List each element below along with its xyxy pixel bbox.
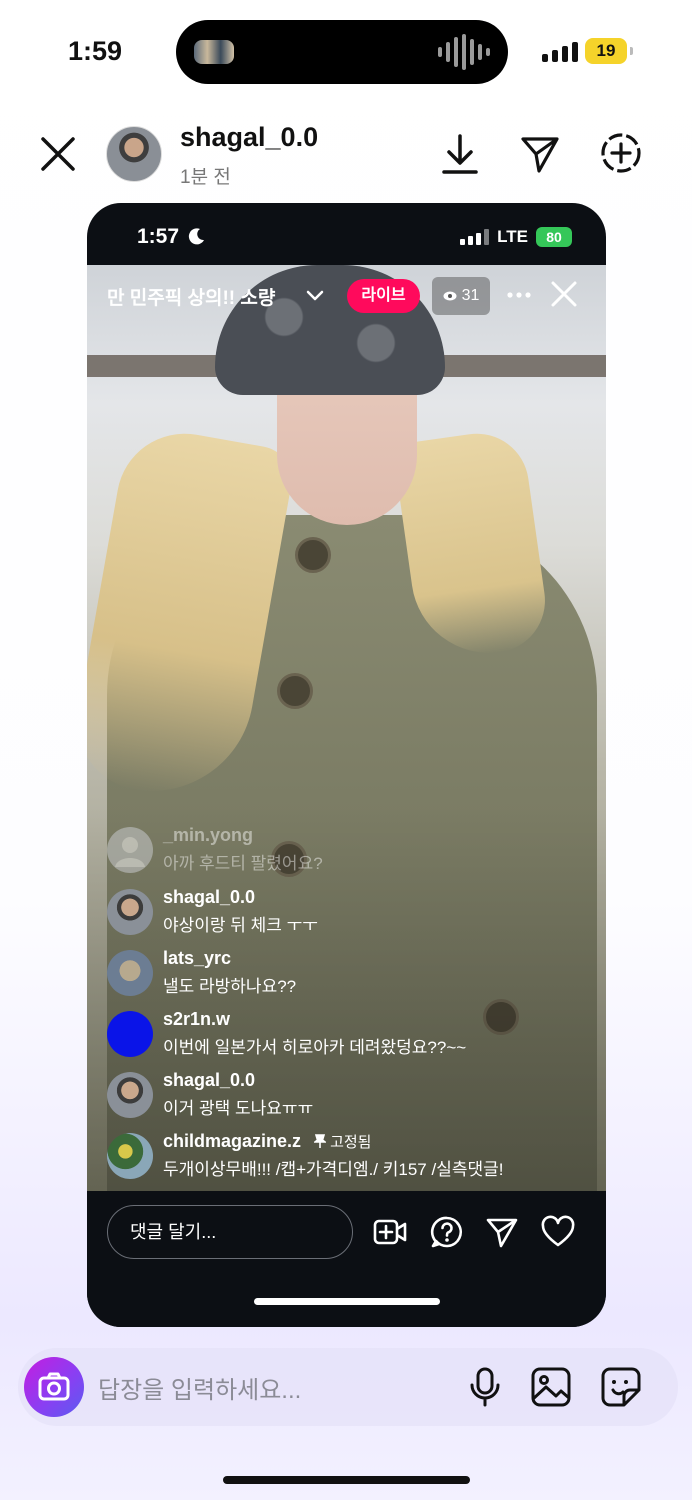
- download-button[interactable]: [438, 130, 482, 178]
- microphone-icon[interactable]: [464, 1366, 506, 1408]
- reply-bar: 답장을 입력하세요...: [18, 1348, 678, 1426]
- more-options-icon[interactable]: [505, 281, 533, 309]
- question-icon[interactable]: [430, 1215, 464, 1249]
- avatar[interactable]: [107, 1011, 153, 1057]
- live-title[interactable]: 만 민주픽 상의!! 소량: [107, 283, 275, 310]
- viewer-count[interactable]: 31: [432, 277, 490, 315]
- jacket-button: [277, 673, 313, 709]
- avatar[interactable]: [107, 1133, 153, 1179]
- comment-username[interactable]: s2r1n.w: [163, 1009, 230, 1030]
- camera-icon: [38, 1372, 70, 1401]
- inner-status-bar: 1:57 LTE 80: [87, 203, 606, 265]
- camera-button[interactable]: [24, 1357, 84, 1417]
- battery-indicator: 19: [585, 38, 633, 64]
- pin-icon: [312, 1134, 328, 1148]
- avatar[interactable]: [107, 889, 153, 935]
- live-badge: 라이브: [347, 279, 420, 313]
- close-icon: [41, 137, 75, 171]
- comment-text: 이번에 일본가서 히로아카 데려왔덩요??~~: [163, 1038, 467, 1057]
- live-controls: 댓글 달기...: [87, 1191, 606, 1327]
- comment-text: 야상이랑 뒤 체크 ㅜㅜ: [163, 916, 318, 935]
- sticker-icon[interactable]: [600, 1366, 642, 1408]
- audio-waveform-icon: [438, 34, 490, 70]
- gallery-icon[interactable]: [530, 1366, 572, 1408]
- comment-username-text[interactable]: childmagazine.z: [163, 1131, 301, 1151]
- comment-text: 낼도 라방하나요??: [163, 977, 297, 996]
- send-icon: [521, 137, 559, 173]
- inner-battery: 80: [536, 227, 572, 247]
- inner-time-text: 1:57: [137, 225, 180, 248]
- comment-input[interactable]: 댓글 달기...: [107, 1205, 353, 1259]
- dynamic-island[interactable]: [176, 20, 508, 84]
- chevron-down-icon[interactable]: [305, 285, 325, 305]
- list-item[interactable]: shagal_0.0 이거 광택 도나요ㅠㅠ: [107, 1070, 587, 1126]
- pin-label-text: 고정됨: [330, 1134, 372, 1151]
- status-time: 1:59: [68, 36, 123, 66]
- reply-input[interactable]: 답장을 입력하세요...: [98, 1370, 301, 1405]
- inner-home-indicator: [254, 1298, 440, 1305]
- now-playing-thumbnail: [194, 40, 234, 64]
- list-item[interactable]: lats_yrc 낼도 라방하나요??: [107, 948, 587, 1004]
- eye-icon: [443, 291, 457, 301]
- cellular-signal-icon: [542, 42, 578, 62]
- comment-text: 두개이상무배!!! /캡+가격디엠./ 키157 /실측댓글!: [163, 1160, 504, 1179]
- download-icon: [442, 134, 478, 174]
- list-item[interactable]: _min.yong 아까 후드티 팔렸어요?: [107, 825, 587, 881]
- story-content[interactable]: 1:57 LTE 80 만 민주픽 상의!! 소량 라이브 31 _min.yo…: [87, 203, 606, 1327]
- inner-status-right: LTE 80: [460, 227, 572, 247]
- default-avatar-icon: [107, 827, 153, 873]
- story-timestamp: 1분 전: [180, 167, 231, 188]
- add-circle-icon: [601, 133, 641, 173]
- pinned-comment[interactable]: childmagazine.z 고정됨 두개이상무배!!! /캡+가격디엠./ …: [107, 1131, 587, 1187]
- live-top-bar: 만 민주픽 상의!! 소량 라이브 31: [87, 265, 606, 325]
- send-icon[interactable]: [485, 1215, 519, 1249]
- comment-username[interactable]: lats_yrc: [163, 948, 231, 969]
- home-indicator[interactable]: [223, 1476, 470, 1484]
- viewer-count-value: 31: [461, 287, 480, 304]
- inner-signal-icon: [460, 229, 490, 245]
- close-icon[interactable]: [549, 279, 579, 309]
- avatar[interactable]: [107, 1072, 153, 1118]
- heart-icon[interactable]: [541, 1215, 575, 1249]
- comment-username[interactable]: _min.yong: [163, 825, 253, 846]
- share-button[interactable]: [518, 132, 562, 176]
- jacket-button: [295, 537, 331, 573]
- story-header: shagal_0.0 1분 전: [0, 118, 692, 198]
- avatar[interactable]: [106, 126, 162, 182]
- close-story-button[interactable]: [36, 132, 80, 176]
- comment-username[interactable]: shagal_0.0: [163, 887, 255, 908]
- list-item[interactable]: shagal_0.0 야상이랑 뒤 체크 ㅜㅜ: [107, 887, 587, 943]
- network-label: LTE: [497, 227, 528, 246]
- comment-username[interactable]: childmagazine.z 고정됨: [163, 1131, 371, 1152]
- add-to-story-button[interactable]: [598, 130, 644, 176]
- pin-label: 고정됨: [312, 1134, 372, 1151]
- video-add-icon[interactable]: [373, 1215, 407, 1249]
- comment-username[interactable]: shagal_0.0: [163, 1070, 255, 1091]
- story-username[interactable]: shagal_0.0: [180, 122, 318, 153]
- comment-text: 이거 광택 도나요ㅠㅠ: [163, 1099, 314, 1118]
- avatar[interactable]: [107, 950, 153, 996]
- comment-text: 아까 후드티 팔렸어요?: [163, 854, 323, 873]
- list-item[interactable]: s2r1n.w 이번에 일본가서 히로아카 데려왔덩요??~~: [107, 1009, 587, 1065]
- moon-icon: [188, 228, 204, 245]
- inner-time: 1:57: [137, 225, 206, 249]
- status-bar: 1:59 19: [0, 0, 692, 100]
